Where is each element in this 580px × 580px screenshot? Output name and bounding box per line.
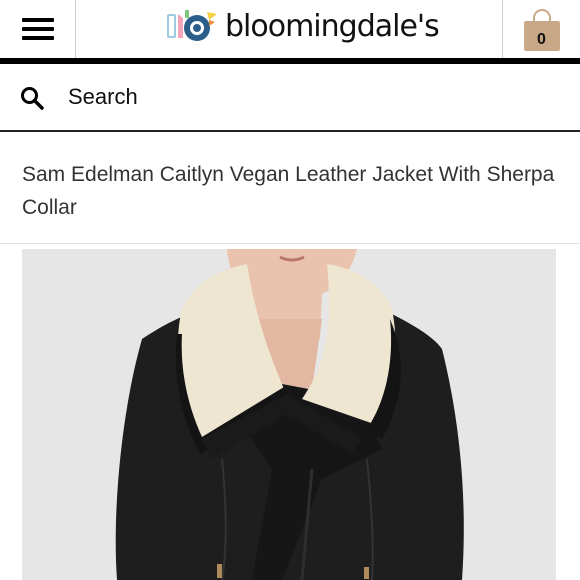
jacket-photo: [22, 249, 556, 580]
product-title: Sam Edelman Caitlyn Vegan Leather Jacket…: [22, 163, 555, 219]
shopping-bag-button[interactable]: 0: [502, 0, 580, 58]
menu-button[interactable]: [0, 0, 76, 58]
bag-count-badge: 0: [537, 31, 546, 48]
search-bar[interactable]: Search: [0, 64, 580, 132]
search-icon[interactable]: [20, 86, 44, 110]
product-title-section: Sam Edelman Caitlyn Vegan Leather Jacket…: [0, 134, 580, 244]
hamburger-menu-icon: [21, 18, 54, 40]
brand-logo[interactable]: bloomingdale's: [165, 6, 440, 46]
shopping-bag-icon: 0: [523, 9, 560, 51]
logo-mark-icon: [165, 6, 219, 46]
app-header: bloomingdale's 0: [0, 0, 580, 60]
logo-wordmark: bloomingdale's: [225, 8, 440, 44]
product-image[interactable]: [22, 249, 556, 580]
search-input[interactable]: Search: [68, 84, 138, 110]
